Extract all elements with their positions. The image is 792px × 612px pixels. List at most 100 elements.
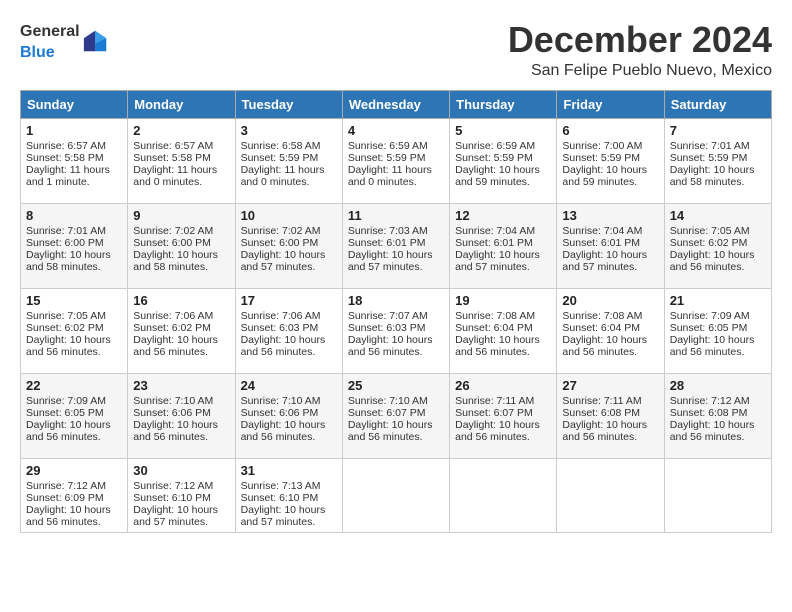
daylight-text: Daylight: 10 hours and 56 minutes.: [241, 334, 337, 358]
sunset-text: Sunset: 6:03 PM: [241, 322, 337, 334]
sunset-text: Sunset: 5:59 PM: [348, 152, 444, 164]
daylight-text: Daylight: 10 hours and 56 minutes.: [348, 334, 444, 358]
sunrise-text: Sunrise: 7:08 AM: [562, 310, 658, 322]
day-number: 3: [241, 123, 337, 138]
day-number: 16: [133, 293, 229, 308]
sunset-text: Sunset: 6:06 PM: [241, 407, 337, 419]
day-number: 27: [562, 378, 658, 393]
day-number: 9: [133, 208, 229, 223]
sunrise-text: Sunrise: 7:09 AM: [26, 395, 122, 407]
sunrise-text: Sunrise: 7:04 AM: [562, 225, 658, 237]
sunrise-text: Sunrise: 7:06 AM: [133, 310, 229, 322]
sunrise-text: Sunrise: 6:59 AM: [348, 140, 444, 152]
day-number: 1: [26, 123, 122, 138]
calendar-cell: 13 Sunrise: 7:04 AMSunset: 6:01 PMDayligh…: [557, 203, 664, 288]
day-number: 7: [670, 123, 766, 138]
daylight-text: Daylight: 10 hours and 57 minutes.: [455, 249, 551, 273]
sunset-text: Sunset: 6:02 PM: [670, 237, 766, 249]
title-block: December 2024 San Felipe Pueblo Nuevo, M…: [508, 20, 772, 80]
daylight-text: Daylight: 10 hours and 58 minutes.: [133, 249, 229, 273]
sunset-text: Sunset: 6:05 PM: [670, 322, 766, 334]
sunset-text: Sunset: 6:02 PM: [133, 322, 229, 334]
day-number: 20: [562, 293, 658, 308]
daylight-text: Daylight: 10 hours and 56 minutes.: [241, 419, 337, 443]
calendar-cell: 6Sunrise: 7:00 AMSunset: 5:59 PMDaylight…: [557, 118, 664, 203]
daylight-text: Daylight: 10 hours and 56 minutes.: [670, 334, 766, 358]
calendar-cell: 24Sunrise: 7:10 AMSunset: 6:06 PMDayligh…: [235, 373, 342, 458]
daylight-text: Daylight: 10 hours and 56 minutes.: [562, 419, 658, 443]
sunrise-text: Sunrise: 7:11 AM: [562, 395, 658, 407]
calendar-cell: 25 Sunrise: 7:10 AMSunset: 6:07 PMDayligh…: [342, 373, 449, 458]
calendar-cell: 5Sunrise: 6:59 AMSunset: 5:59 PMDaylight…: [450, 118, 557, 203]
sunrise-text: Sunrise: 7:05 AM: [26, 310, 122, 322]
day-number: 5: [455, 123, 551, 138]
daylight-text: Daylight: 10 hours and 57 minutes.: [562, 249, 658, 273]
sunset-text: Sunset: 6:01 PM: [562, 237, 658, 249]
calendar-cell: 29Sunrise: 7:12 AMSunset: 6:09 PMDayligh…: [21, 458, 128, 532]
calendar-cell: [450, 458, 557, 532]
calendar-cell: 31Sunrise: 7:13 AMSunset: 6:10 PMDayligh…: [235, 458, 342, 532]
col-thursday: Thursday: [450, 90, 557, 118]
location-title: San Felipe Pueblo Nuevo, Mexico: [508, 62, 772, 80]
sunrise-text: Sunrise: 7:13 AM: [241, 480, 337, 492]
calendar-cell: 22 Sunrise: 7:09 AMSunset: 6:05 PMDayligh…: [21, 373, 128, 458]
sunrise-text: Sunrise: 7:01 AM: [670, 140, 766, 152]
sunrise-text: Sunrise: 7:04 AM: [455, 225, 551, 237]
sunset-text: Sunset: 6:07 PM: [348, 407, 444, 419]
col-wednesday: Wednesday: [342, 90, 449, 118]
day-number: 15: [26, 293, 122, 308]
day-number: 13: [562, 208, 658, 223]
calendar-cell: 12Sunrise: 7:04 AMSunset: 6:01 PMDayligh…: [450, 203, 557, 288]
calendar-cell: 14Sunrise: 7:05 AMSunset: 6:02 PMDayligh…: [664, 203, 771, 288]
sunrise-text: Sunrise: 7:01 AM: [26, 225, 122, 237]
calendar-cell: 21Sunrise: 7:09 AMSunset: 6:05 PMDayligh…: [664, 288, 771, 373]
sunset-text: Sunset: 5:59 PM: [455, 152, 551, 164]
calendar-header-row: Sunday Monday Tuesday Wednesday Thursday…: [21, 90, 772, 118]
logo-general: General: [20, 23, 80, 40]
daylight-text: Daylight: 10 hours and 56 minutes.: [133, 334, 229, 358]
sunset-text: Sunset: 6:01 PM: [455, 237, 551, 249]
daylight-text: Daylight: 10 hours and 56 minutes.: [670, 249, 766, 273]
daylight-text: Daylight: 10 hours and 56 minutes.: [26, 419, 122, 443]
sunset-text: Sunset: 6:10 PM: [133, 492, 229, 504]
day-number: 8: [26, 208, 122, 223]
daylight-text: Daylight: 10 hours and 56 minutes.: [348, 419, 444, 443]
daylight-text: Daylight: 10 hours and 56 minutes.: [455, 419, 551, 443]
daylight-text: Daylight: 10 hours and 56 minutes.: [455, 334, 551, 358]
sunset-text: Sunset: 6:07 PM: [455, 407, 551, 419]
sunset-text: Sunset: 6:08 PM: [670, 407, 766, 419]
day-number: 28: [670, 378, 766, 393]
sunset-text: Sunset: 5:59 PM: [241, 152, 337, 164]
daylight-text: Daylight: 10 hours and 56 minutes.: [133, 419, 229, 443]
daylight-text: Daylight: 10 hours and 57 minutes.: [241, 249, 337, 273]
sunset-text: Sunset: 6:06 PM: [133, 407, 229, 419]
day-number: 19: [455, 293, 551, 308]
sunrise-text: Sunrise: 7:05 AM: [670, 225, 766, 237]
day-number: 18: [348, 293, 444, 308]
day-number: 22: [26, 378, 122, 393]
day-number: 17: [241, 293, 337, 308]
daylight-text: Daylight: 10 hours and 57 minutes.: [133, 504, 229, 528]
day-number: 29: [26, 463, 122, 478]
sunset-text: Sunset: 6:09 PM: [26, 492, 122, 504]
sunrise-text: Sunrise: 7:10 AM: [133, 395, 229, 407]
col-friday: Friday: [557, 90, 664, 118]
sunrise-text: Sunrise: 7:12 AM: [670, 395, 766, 407]
sunrise-text: Sunrise: 7:02 AM: [133, 225, 229, 237]
day-number: 25: [348, 378, 444, 393]
sunset-text: Sunset: 6:02 PM: [26, 322, 122, 334]
day-number: 30: [133, 463, 229, 478]
sunrise-text: Sunrise: 7:10 AM: [348, 395, 444, 407]
sunrise-text: Sunrise: 6:57 AM: [133, 140, 229, 152]
sunrise-text: Sunrise: 7:07 AM: [348, 310, 444, 322]
sunset-text: Sunset: 5:59 PM: [670, 152, 766, 164]
sunrise-text: Sunrise: 6:58 AM: [241, 140, 337, 152]
calendar-cell: 2Sunrise: 6:57 AMSunset: 5:58 PMDaylight…: [128, 118, 235, 203]
logo-blue: Blue: [20, 44, 55, 61]
daylight-text: Daylight: 10 hours and 57 minutes.: [241, 504, 337, 528]
day-number: 2: [133, 123, 229, 138]
page-header: General Blue December 2024 San Felipe Pu…: [20, 20, 772, 80]
col-tuesday: Tuesday: [235, 90, 342, 118]
sunset-text: Sunset: 6:00 PM: [133, 237, 229, 249]
sunset-text: Sunset: 6:05 PM: [26, 407, 122, 419]
